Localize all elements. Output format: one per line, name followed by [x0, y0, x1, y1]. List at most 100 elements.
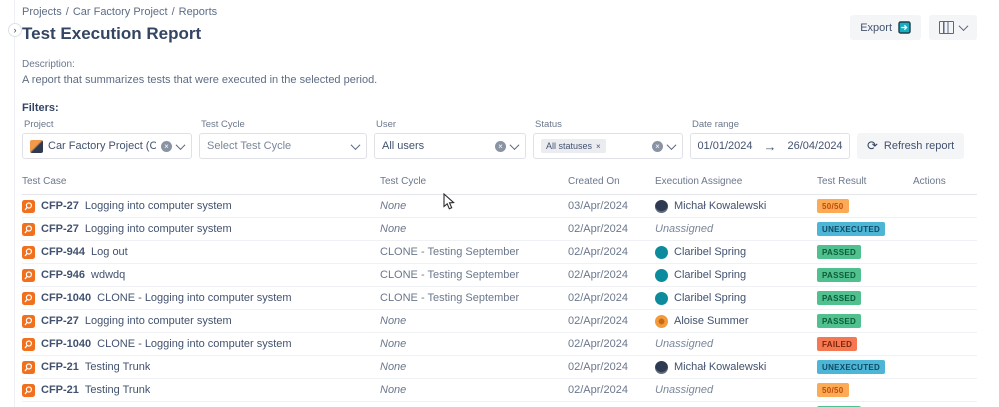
- test-result-cell: PASSED: [817, 291, 913, 305]
- project-select-value: Car Factory Project (CFP): [48, 140, 156, 152]
- assignee-avatar: [655, 291, 668, 305]
- export-button[interactable]: Export: [850, 15, 921, 40]
- user-select-value: All users: [382, 140, 425, 152]
- execution-assignee-cell: Aloise Summer: [655, 314, 817, 328]
- execution-assignee-cell: Michał Kowalewski: [655, 199, 817, 213]
- test-result-badge: FAILED: [817, 337, 858, 351]
- breadcrumb-project[interactable]: Car Factory Project: [73, 6, 168, 18]
- test-result-badge: PASSED: [817, 314, 862, 328]
- test-case-key-link[interactable]: CFP-946: [41, 269, 85, 281]
- clear-icon[interactable]: ×: [161, 140, 172, 152]
- column-header-created-on: Created On: [568, 176, 620, 187]
- user-filter: User All users ×: [374, 119, 526, 159]
- test-cycle-cell: None: [380, 200, 407, 212]
- test-case-key-link[interactable]: CFP-27: [41, 223, 79, 235]
- user-select[interactable]: All users ×: [374, 133, 526, 159]
- table-row[interactable]: CFP-888 Logging into computer system Non…: [22, 402, 977, 407]
- execution-assignee-cell: Claribel Spring: [655, 245, 817, 259]
- sidebar-divider: [14, 0, 15, 407]
- breadcrumb: Projects / Car Factory Project / Reports: [22, 6, 217, 18]
- created-on-cell: 02/Apr/2024: [568, 315, 628, 327]
- test-case-icon: [22, 360, 35, 374]
- page-title: Test Execution Report: [22, 24, 202, 43]
- test-case-name-link[interactable]: wdwdq: [91, 269, 125, 281]
- table-row[interactable]: CFP-946 wdwdq CLONE - Testing September …: [22, 264, 977, 287]
- test-case-icon: [22, 337, 35, 351]
- test-case-key-link[interactable]: CFP-1040: [41, 338, 91, 350]
- table-row[interactable]: CFP-27 Logging into computer system None…: [22, 218, 977, 241]
- test-result-badge: PASSED: [817, 291, 862, 305]
- date-from-input[interactable]: 01/01/2024: [697, 140, 752, 152]
- test-case-name-link[interactable]: CLONE - Logging into computer system: [97, 338, 291, 350]
- test-case-key-link[interactable]: CFP-27: [41, 200, 79, 212]
- table-row[interactable]: CFP-1040 CLONE - Logging into computer s…: [22, 287, 977, 310]
- execution-assignee-cell: Unassigned: [655, 338, 817, 350]
- chevron-down-icon: [666, 139, 677, 150]
- breadcrumb-reports[interactable]: Reports: [179, 6, 218, 18]
- refresh-report-button[interactable]: ⟳ Refresh report: [857, 133, 965, 159]
- test-case-name-link[interactable]: Logging into computer system: [85, 223, 232, 235]
- project-select[interactable]: Car Factory Project (CFP) ×: [22, 133, 192, 159]
- test-case-name-link[interactable]: Log out: [91, 246, 128, 258]
- test-case-name-link[interactable]: Logging into computer system: [85, 200, 232, 212]
- table-row[interactable]: CFP-27 Logging into computer system None…: [22, 310, 977, 333]
- test-cycle-select-placeholder: Select Test Cycle: [207, 140, 292, 152]
- test-cycle-filter: Test Cycle Select Test Cycle: [199, 119, 367, 159]
- test-cycle-cell: CLONE - Testing September: [380, 246, 520, 258]
- table-row[interactable]: CFP-27 Logging into computer system None…: [22, 195, 977, 218]
- test-cycle-cell: None: [380, 338, 407, 350]
- assignee-name: Claribel Spring: [674, 246, 747, 258]
- test-cycle-cell: CLONE - Testing September: [380, 269, 520, 281]
- project-filter: Project Car Factory Project (CFP) ×: [22, 119, 192, 159]
- column-header-execution-assignee: Execution Assignee: [655, 176, 743, 187]
- status-select[interactable]: All statuses × ×: [533, 133, 683, 159]
- date-range-filter: Date range 01/01/2024 → 26/04/2024: [690, 119, 850, 159]
- columns-button[interactable]: [929, 15, 977, 40]
- test-case-cell: CFP-27 Logging into computer system: [22, 314, 380, 328]
- execution-assignee-cell: Claribel Spring: [655, 291, 817, 305]
- test-cycle-select[interactable]: Select Test Cycle: [199, 133, 367, 159]
- test-case-key-link[interactable]: CFP-21: [41, 384, 79, 396]
- table-row[interactable]: CFP-944 Log out CLONE - Testing Septembe…: [22, 241, 977, 264]
- assignee-avatar: [655, 245, 668, 259]
- test-case-name-link[interactable]: CLONE - Logging into computer system: [97, 292, 291, 304]
- test-result-badge: UNEXECUTED: [817, 360, 886, 374]
- test-case-icon: [22, 314, 35, 328]
- test-case-name-link[interactable]: Testing Trunk: [85, 384, 150, 396]
- remove-chip-icon[interactable]: ×: [596, 142, 601, 151]
- table-row[interactable]: CFP-1040 CLONE - Logging into computer s…: [22, 333, 977, 356]
- test-case-cell: CFP-27 Logging into computer system: [22, 222, 380, 236]
- test-cycle-cell: None: [380, 361, 407, 373]
- test-execution-report-page: › Projects / Car Factory Project / Reports T…: [0, 0, 999, 407]
- chevron-down-icon: [175, 139, 186, 150]
- column-header-actions: Actions: [913, 176, 946, 187]
- date-range-filter-label: Date range: [692, 119, 740, 130]
- test-result-cell: PASSED: [817, 245, 913, 259]
- test-case-name-link[interactable]: Testing Trunk: [85, 361, 150, 373]
- test-case-icon: [22, 383, 35, 397]
- date-to-input[interactable]: 26/04/2024: [788, 140, 843, 152]
- test-case-key-link[interactable]: CFP-27: [41, 315, 79, 327]
- export-icon: [898, 21, 911, 34]
- test-case-key-link[interactable]: CFP-1040: [41, 292, 91, 304]
- test-case-key-link[interactable]: CFP-944: [41, 246, 85, 258]
- clear-icon[interactable]: ×: [652, 140, 663, 152]
- table-row[interactable]: CFP-21 Testing Trunk None 02/Apr/2024 Un…: [22, 379, 977, 402]
- table-row[interactable]: CFP-21 Testing Trunk None 02/Apr/2024 Mi…: [22, 356, 977, 379]
- created-on-cell: 02/Apr/2024: [568, 384, 628, 396]
- created-on-cell: 02/Apr/2024: [568, 246, 628, 258]
- created-on-cell: 02/Apr/2024: [568, 223, 628, 235]
- refresh-report-label: Refresh report: [883, 140, 955, 152]
- test-case-key-link[interactable]: CFP-21: [41, 361, 79, 373]
- chevron-down-icon: [350, 139, 361, 150]
- date-range-box: 01/01/2024 → 26/04/2024: [690, 133, 850, 159]
- mouse-cursor: [443, 193, 455, 210]
- breadcrumb-projects[interactable]: Projects: [22, 6, 62, 18]
- expand-sidebar-button[interactable]: ›: [8, 23, 22, 37]
- execution-assignee-cell: Unassigned: [655, 223, 817, 235]
- test-case-name-link[interactable]: Logging into computer system: [85, 315, 232, 327]
- arrow-right-icon: →: [763, 138, 777, 154]
- clear-icon[interactable]: ×: [495, 140, 506, 152]
- chevron-down-icon: [509, 139, 520, 150]
- table-header-row: Test Case Test Cycle Created On Executio…: [22, 176, 977, 195]
